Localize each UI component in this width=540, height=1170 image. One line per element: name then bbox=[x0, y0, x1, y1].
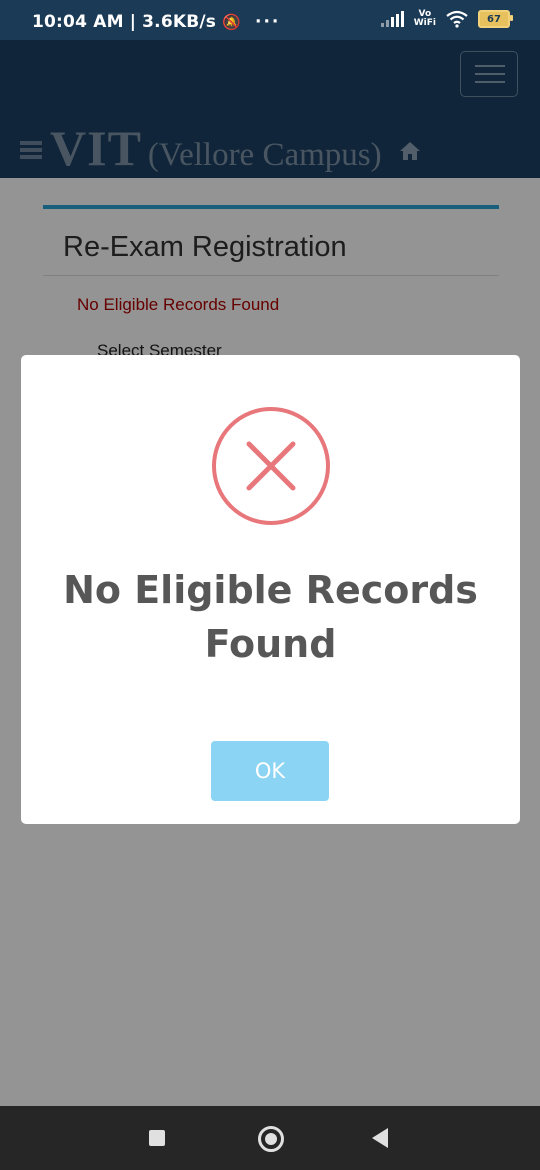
back-icon[interactable] bbox=[372, 1128, 388, 1148]
status-right: Vo WiFi 67 bbox=[380, 9, 513, 28]
system-nav-bar bbox=[0, 1106, 540, 1170]
network-speed: 3.6KB/s bbox=[142, 12, 217, 32]
more-notifications: ··· bbox=[255, 12, 281, 32]
bell-off-icon: 🔕 bbox=[222, 13, 242, 31]
status-left: 10:04 AM | 3.6KB/s 🔕 ··· bbox=[32, 12, 281, 32]
vowifi-indicator: Vo WiFi bbox=[413, 9, 436, 28]
home-nav-icon[interactable] bbox=[258, 1126, 284, 1152]
recents-icon[interactable] bbox=[149, 1130, 165, 1146]
ok-button[interactable]: OK bbox=[211, 741, 329, 801]
alert-dialog: No Eligible Records Found OK bbox=[21, 355, 520, 824]
status-time: 10:04 AM bbox=[32, 12, 124, 32]
error-x-icon bbox=[212, 407, 330, 525]
status-bar: 10:04 AM | 3.6KB/s 🔕 ··· Vo WiFi 67 bbox=[0, 0, 540, 40]
battery-icon: 67 bbox=[478, 10, 513, 28]
dialog-title: No Eligible Records Found bbox=[63, 568, 478, 666]
signal-icon bbox=[380, 11, 404, 27]
wifi-icon bbox=[446, 10, 468, 28]
